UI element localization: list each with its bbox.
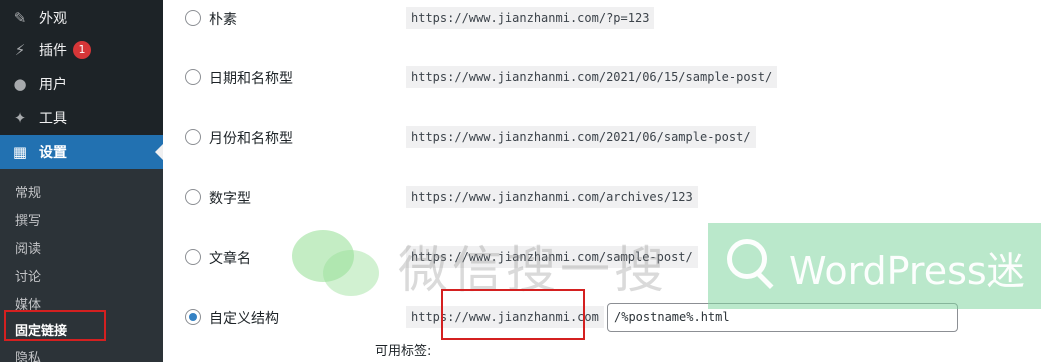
brush-icon: ✎: [13, 9, 27, 27]
menu-plugins[interactable]: ⚡ 插件 1: [0, 33, 163, 67]
update-count-badge: 1: [73, 41, 91, 59]
menu-users-label: 用户: [39, 77, 67, 93]
option-month-name-example: https://www.jianzhanmi.com/2021/06/sampl…: [406, 126, 756, 148]
submenu-general[interactable]: 常规: [15, 182, 41, 201]
radio-post-name[interactable]: [185, 249, 201, 265]
wrench-icon: ✦: [13, 109, 27, 127]
radio-numeric[interactable]: [185, 189, 201, 205]
custom-input-highlight-box: [441, 289, 585, 340]
wechat-logo-bubble-small: [323, 250, 379, 296]
plugin-icon: ⚡: [14, 41, 26, 59]
current-menu-arrow: [155, 144, 163, 160]
option-post-name-label: 文章名: [209, 251, 251, 267]
menu-settings[interactable]: ▦ 设置: [0, 135, 163, 169]
option-plain-example: https://www.jianzhanmi.com/?p=123: [406, 7, 655, 29]
available-tags-label: 可用标签:: [375, 344, 432, 359]
option-numeric-label: 数字型: [209, 191, 251, 207]
radio-plain[interactable]: [185, 10, 201, 26]
menu-tools[interactable]: ✦ 工具: [0, 101, 163, 135]
option-month-name-label: 月份和名称型: [209, 131, 293, 147]
submenu-privacy[interactable]: 隐私: [15, 347, 41, 362]
menu-plugins-label: 插件: [39, 43, 67, 59]
user-icon: ●: [13, 75, 27, 93]
option-day-name[interactable]: 日期和名称型 https://www.jianzhanmi.com/2021/0…: [163, 62, 1041, 92]
admin-sidebar: ✎ 外观 ⚡ 插件 1 ● 用户 ✦ 工具 ▦ 设置 常规 撰写 阅读 讨论 媒…: [0, 0, 163, 362]
radio-day-name[interactable]: [185, 69, 201, 85]
radio-month-name[interactable]: [185, 129, 201, 145]
menu-appearance-label: 外观: [39, 11, 67, 27]
submenu-discussion[interactable]: 讨论: [15, 266, 41, 285]
option-custom-structure-label: 自定义结构: [209, 311, 279, 327]
radio-custom-structure[interactable]: [185, 309, 201, 325]
menu-tools-label: 工具: [39, 111, 67, 127]
submenu-reading[interactable]: 阅读: [15, 238, 41, 257]
option-plain-label: 朴素: [209, 12, 237, 28]
menu-appearance[interactable]: ✎ 外观: [0, 1, 163, 35]
option-numeric[interactable]: 数字型 https://www.jianzhanmi.com/archives/…: [163, 182, 1041, 212]
permalinks-highlight-box: [4, 310, 106, 341]
option-day-name-example: https://www.jianzhanmi.com/2021/06/15/sa…: [406, 66, 778, 88]
option-plain[interactable]: 朴素 https://www.jianzhanmi.com/?p=123: [163, 3, 1041, 33]
menu-settings-label: 设置: [39, 145, 67, 161]
option-numeric-example: https://www.jianzhanmi.com/archives/123: [406, 186, 698, 208]
submenu-writing[interactable]: 撰写: [15, 210, 41, 229]
option-day-name-label: 日期和名称型: [209, 71, 293, 87]
settings-icon: ▦: [12, 143, 28, 161]
watermark-brand: WordPress迷: [789, 249, 1025, 293]
option-month-name[interactable]: 月份和名称型 https://www.jianzhanmi.com/2021/0…: [163, 122, 1041, 152]
menu-users[interactable]: ● 用户: [0, 67, 163, 101]
